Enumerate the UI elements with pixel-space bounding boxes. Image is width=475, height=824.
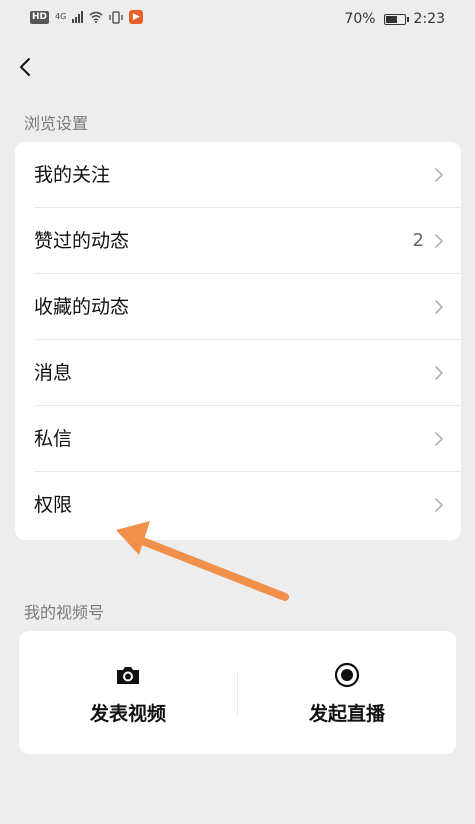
channel-section-title: 我的视频号	[24, 603, 105, 622]
network-type: 4G	[55, 12, 67, 21]
clock: 2:23	[413, 11, 445, 27]
battery-icon	[383, 13, 409, 25]
browse-settings-list: 我的关注 赞过的动态 2 收藏的动态 消息 私信 权限	[15, 142, 461, 540]
back-button[interactable]	[10, 52, 40, 82]
camera-icon	[117, 667, 139, 684]
list-item-saved-posts[interactable]: 收藏的动态	[15, 274, 461, 340]
browse-settings-title: 浏览设置	[24, 114, 89, 133]
list-item-label: 我的关注	[34, 164, 111, 186]
chevron-right-icon	[435, 234, 444, 248]
list-item-label: 消息	[34, 362, 73, 384]
list-item-following[interactable]: 我的关注	[15, 142, 461, 208]
list-item-label: 收藏的动态	[34, 296, 130, 318]
chevron-right-icon	[435, 300, 444, 314]
list-item-count: 2	[412, 230, 424, 251]
list-item-label: 赞过的动态	[34, 230, 130, 252]
chevron-right-icon	[435, 432, 444, 446]
status-bar: HD 4G ▶ 70% 2:23	[0, 0, 475, 40]
vibrate-icon	[109, 10, 123, 24]
wifi-icon	[89, 11, 103, 23]
list-item-label: 权限	[34, 494, 73, 516]
chevron-right-icon	[435, 366, 444, 380]
signal-icon	[72, 11, 84, 23]
chevron-right-icon	[435, 498, 444, 512]
start-live-label: 发起直播	[308, 703, 385, 725]
list-item-permissions[interactable]: 权限	[15, 472, 461, 538]
app-notification-icon: ▶	[129, 10, 144, 24]
list-item-messages[interactable]: 消息	[15, 340, 461, 406]
channel-actions-card: 发表视频 发起直播	[19, 631, 456, 754]
status-right: 70% 2:23	[344, 11, 445, 27]
publish-video-label: 发表视频	[89, 703, 166, 725]
start-live-button[interactable]: 发起直播	[238, 631, 456, 754]
battery-percent: 70%	[344, 11, 376, 27]
list-item-private-messages[interactable]: 私信	[15, 406, 461, 472]
list-item-liked-posts[interactable]: 赞过的动态 2	[15, 208, 461, 274]
hd-icon: HD	[30, 10, 50, 24]
status-left-icons: HD 4G ▶	[30, 10, 144, 24]
chevron-right-icon	[435, 168, 444, 182]
chevron-left-icon	[20, 58, 30, 76]
publish-video-button[interactable]: 发表视频	[19, 631, 237, 754]
list-item-label: 私信	[34, 428, 73, 450]
record-icon	[334, 662, 360, 688]
